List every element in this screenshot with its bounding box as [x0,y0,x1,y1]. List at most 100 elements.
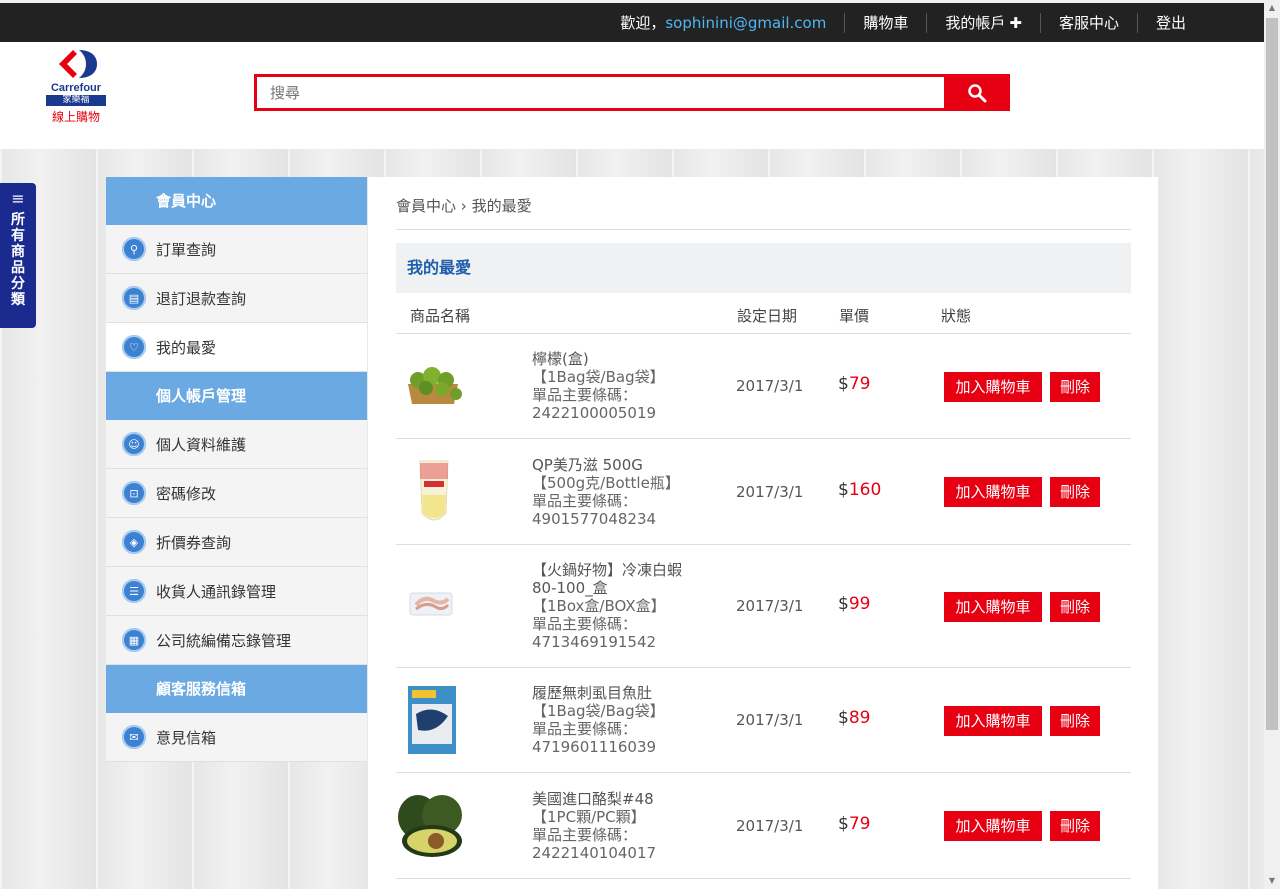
search-button[interactable] [944,74,1010,111]
breadcrumb-root-link[interactable]: 會員中心 [396,197,456,215]
add-to-cart-button[interactable]: 加入購物車 [944,592,1042,622]
favorite-date: 2017/3/1 [736,817,804,835]
table-row: 履歷無刺虱目魚肚 【1Bag袋/Bag袋】 單品主要條碼： 4719601116… [396,668,1131,773]
breadcrumb: 會員中心 › 我的最愛 [396,195,532,216]
sidebar-item-feedback[interactable]: ✉ 意見信箱 [106,713,367,762]
product-image-avocado[interactable] [396,791,468,865]
sidebar-item-favorites[interactable]: ♡ 我的最愛 [106,323,367,372]
add-to-cart-button[interactable]: 加入購物車 [944,372,1042,402]
product-image-lemon[interactable] [402,358,464,412]
magnifier-icon: ⚲ [122,237,146,261]
sidebar-item-refunds[interactable]: ▤ 退訂退款查詢 [106,274,367,323]
scroll-up-arrow-icon[interactable]: ▲ [1264,0,1280,16]
sidebar-item-label: 收貨人通訊錄管理 [156,582,277,601]
sidebar-item-label: 密碼修改 [156,484,217,503]
favorite-date: 2017/3/1 [736,711,804,729]
sidebar-item-label: 公司統編備忘錄管理 [156,631,292,650]
refund-icon: ▤ [122,286,146,310]
delete-button[interactable]: 刪除 [1050,477,1100,507]
unit-price: $79 [838,814,870,834]
unit-price: $160 [838,480,881,500]
product-image-mayonnaise[interactable] [416,457,452,531]
sidebar-item-label: 我的最愛 [156,338,217,357]
scroll-down-arrow-icon[interactable]: ▼ [1264,873,1280,889]
tag-icon: ◈ [122,530,146,554]
add-to-cart-button[interactable]: 加入購物車 [944,811,1042,841]
price-value: 89 [848,708,871,728]
table-row: QP美乃滋 500G 【500g克/Bottle瓶】 單品主要條碼： 49015… [396,439,1131,545]
sidebar-item-company-tax[interactable]: ▦ 公司統編備忘錄管理 [106,616,367,665]
menu-icon: ≡ [11,189,25,208]
currency-symbol: $ [838,374,849,394]
top-bar: 歡迎，sophinini@gmail.com 購物車 我的帳戶 ✚ 客服中心 登出 [0,0,1264,42]
currency-symbol: $ [838,708,849,728]
product-info: 履歷無刺虱目魚肚 【1Bag袋/Bag袋】 單品主要條碼： 4719601116… [532,684,665,756]
product-spec: 【500g克/Bottle瓶】 [532,474,680,492]
product-image-shrimp[interactable] [408,587,454,625]
logout-link[interactable]: 登出 [1136,12,1204,33]
barcode-value: 2422140104017 [532,844,657,862]
product-name-link[interactable]: 履歷無刺虱目魚肚 [532,684,665,702]
favorite-date: 2017/3/1 [736,597,804,615]
member-sidebar: 會員中心 ⚲ 訂單查詢 ▤ 退訂退款查詢 ♡ 我的最愛 個人帳戶管理 ☺ 個人資… [106,177,367,762]
column-header-name: 商品名稱 [410,307,471,325]
delete-button[interactable]: 刪除 [1050,372,1100,402]
add-to-cart-button[interactable]: 加入購物車 [944,706,1042,736]
product-name-link[interactable]: 【火鍋好物】冷凍白蝦80-100_盒 [532,561,702,597]
search-icon [968,83,987,102]
mail-icon: ✉ [122,725,146,749]
favorites-panel: 會員中心 › 我的最愛 我的最愛 商品名稱 設定日期 單價 狀態 檸檬(盒) 【… [368,177,1158,889]
price-value: 79 [848,374,871,394]
unit-price: $79 [838,374,870,394]
all-categories-tab[interactable]: ≡ 所有商品分類 [0,183,36,328]
product-image-milkfish[interactable] [406,684,458,760]
currency-symbol: $ [838,814,849,834]
sidebar-item-address-book[interactable]: ☰ 收貨人通訊錄管理 [106,567,367,616]
column-header-price: 單價 [839,307,870,325]
product-info: 【火鍋好物】冷凍白蝦80-100_盒 【1Box盒/BOX盒】 單品主要條碼： … [532,561,702,651]
sidebar-item-orders[interactable]: ⚲ 訂單查詢 [106,225,367,274]
barcode-value: 2422100005019 [532,404,657,422]
favorite-date: 2017/3/1 [736,377,804,395]
my-account-link[interactable]: 我的帳戶 ✚ [926,12,1040,33]
page-title: 我的最愛 [396,243,1131,293]
unit-price: $89 [838,708,870,728]
search-input[interactable] [254,74,946,111]
sidebar-item-password[interactable]: ⊡ 密碼修改 [106,469,367,518]
delete-button[interactable]: 刪除 [1050,706,1100,736]
breadcrumb-separator: › [460,197,467,215]
currency-symbol: $ [838,480,849,500]
delete-button[interactable]: 刪除 [1050,811,1100,841]
heart-icon: ♡ [122,335,146,359]
product-spec: 【1Box盒/BOX盒】 [532,597,666,615]
barcode-label: 單品主要條碼： [532,492,638,510]
sidebar-item-coupons[interactable]: ◈ 折價券查詢 [106,518,367,567]
favorite-date: 2017/3/1 [736,483,804,501]
barcode-value: 4719601116039 [532,738,657,756]
carrefour-logo[interactable]: Carrefour 家樂福 線上購物 [44,48,108,128]
delete-button[interactable]: 刪除 [1050,592,1100,622]
sidebar-item-profile[interactable]: ☺ 個人資料維護 [106,420,367,469]
carrefour-mark-icon [51,48,101,80]
my-account-label: 我的帳戶 [945,13,1006,32]
cart-link[interactable]: 購物車 [844,12,926,33]
scrollbar-thumb[interactable] [1266,18,1278,730]
product-spec: 【1PC顆/PC顆】 [532,808,646,826]
document-icon: ▦ [122,628,146,652]
sidebar-item-label: 意見信箱 [156,728,217,747]
product-spec: 【1Bag袋/Bag袋】 [532,702,665,720]
favorites-table: 檸檬(盒) 【1Bag袋/Bag袋】 單品主要條碼： 2422100005019… [396,334,1131,879]
barcode-label: 單品主要條碼： [532,720,638,738]
lock-icon: ⊡ [122,481,146,505]
product-name-link[interactable]: 美國進口酪梨#48 [532,790,656,808]
product-name-link[interactable]: 檸檬(盒) [532,350,665,368]
product-name-link[interactable]: QP美乃滋 500G [532,456,680,474]
customer-service-link[interactable]: 客服中心 [1039,12,1137,33]
product-info: 檸檬(盒) 【1Bag袋/Bag袋】 單品主要條碼： 2422100005019 [532,350,665,422]
sidebar-heading-service: 顧客服務信箱 [106,665,367,713]
list-icon: ☰ [122,579,146,603]
site-header: Carrefour 家樂福 線上購物 [0,42,1264,149]
page-scrollbar[interactable]: ▲ ▼ [1264,0,1280,889]
add-to-cart-button[interactable]: 加入購物車 [944,477,1042,507]
user-email-link[interactable]: sophinini@gmail.com [665,14,826,32]
